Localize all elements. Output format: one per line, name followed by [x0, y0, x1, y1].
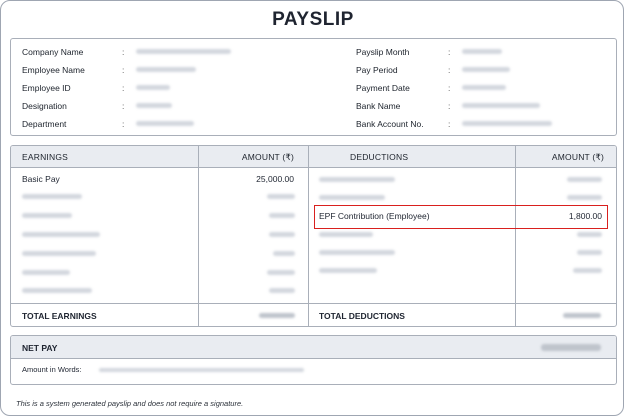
department-label: Department	[22, 119, 67, 129]
basic-pay-amount: 25,000.00	[256, 174, 294, 184]
pay-period-value-redacted	[462, 67, 510, 72]
colon: :	[448, 47, 451, 57]
total-earnings-label: TOTAL EARNINGS	[22, 311, 97, 321]
net-pay-label: NET PAY	[22, 343, 58, 353]
amount-in-words-value-redacted	[99, 368, 304, 372]
employee-name-label: Employee Name	[22, 65, 85, 75]
deduction-row-redacted	[319, 195, 385, 200]
earning-amount-redacted	[273, 251, 295, 256]
earning-row-redacted	[22, 232, 100, 237]
total-earnings-value-redacted	[259, 313, 295, 318]
colon: :	[122, 65, 125, 75]
deduction-amount-redacted	[577, 232, 602, 237]
deductions-amount-header: AMOUNT (₹)	[551, 152, 604, 162]
deduction-row-redacted	[319, 177, 395, 182]
employee-id-label: Employee ID	[22, 83, 71, 93]
footer-note: This is a system generated payslip and d…	[16, 399, 244, 408]
deductions-header: DEDUCTIONS	[350, 152, 409, 162]
epf-highlight-box	[314, 205, 608, 229]
pay-period-label: Pay Period	[356, 65, 398, 75]
net-pay-value-redacted	[541, 344, 601, 351]
earning-amount-redacted	[267, 194, 295, 199]
colon: :	[122, 83, 125, 93]
earning-row-redacted	[22, 251, 96, 256]
total-deductions-value-redacted	[563, 313, 601, 318]
total-deductions-label: TOTAL DEDUCTIONS	[319, 311, 405, 321]
designation-value-redacted	[136, 103, 172, 108]
payment-date-label: Payment Date	[356, 83, 410, 93]
deduction-amount-redacted	[567, 195, 602, 200]
bank-name-value-redacted	[462, 103, 540, 108]
employee-id-value-redacted	[136, 85, 170, 90]
bank-account-label: Bank Account No.	[356, 119, 424, 129]
employee-name-value-redacted	[136, 67, 196, 72]
net-pay-header: NET PAY	[11, 336, 616, 359]
colon: :	[448, 119, 451, 129]
table-header: EARNINGS AMOUNT (₹) DEDUCTIONS AMOUNT (₹…	[11, 146, 616, 168]
payment-date-value-redacted	[462, 85, 506, 90]
bank-name-label: Bank Name	[356, 101, 401, 111]
earning-row-redacted	[22, 270, 70, 275]
earning-row-redacted	[22, 194, 82, 199]
payslip-month-label: Payslip Month	[356, 47, 410, 57]
colon: :	[448, 65, 451, 75]
earnings-deductions-table: EARNINGS AMOUNT (₹) DEDUCTIONS AMOUNT (₹…	[10, 145, 617, 327]
amount-in-words-label: Amount in Words:	[22, 365, 82, 374]
designation-label: Designation	[22, 101, 67, 111]
totals-row: TOTAL EARNINGS TOTAL DEDUCTIONS	[11, 303, 616, 326]
company-name-value-redacted	[136, 49, 231, 54]
deduction-amount-redacted	[573, 268, 602, 273]
colon: :	[122, 101, 125, 111]
deduction-row-redacted	[319, 268, 377, 273]
earning-amount-redacted	[269, 288, 295, 293]
colon: :	[122, 119, 125, 129]
column-divider	[308, 146, 309, 326]
deduction-row-redacted	[319, 232, 373, 237]
deduction-amount-redacted	[577, 250, 602, 255]
earning-amount-redacted	[269, 232, 295, 237]
earning-row-redacted	[22, 288, 92, 293]
payslip-month-value-redacted	[462, 49, 502, 54]
colon: :	[448, 83, 451, 93]
earning-amount-redacted	[269, 213, 295, 218]
earning-amount-redacted	[267, 270, 295, 275]
basic-pay-label: Basic Pay	[22, 174, 60, 184]
payslip-title: PAYSLIP	[272, 9, 354, 30]
colon: :	[448, 101, 451, 111]
company-name-label: Company Name	[22, 47, 84, 57]
payslip-page: PAYSLIP Company Name : Employee Name : E…	[0, 0, 624, 416]
colon: :	[122, 47, 125, 57]
deduction-row-redacted	[319, 250, 395, 255]
earnings-amount-header: AMOUNT (₹)	[241, 152, 294, 162]
earnings-header: EARNINGS	[22, 152, 68, 162]
column-divider	[515, 146, 516, 326]
column-divider	[198, 146, 199, 326]
net-pay-section: NET PAY Amount in Words:	[10, 335, 617, 385]
employee-info-section: Company Name : Employee Name : Employee …	[10, 38, 617, 136]
earning-row-redacted	[22, 213, 72, 218]
bank-account-value-redacted	[462, 121, 552, 126]
deduction-amount-redacted	[567, 177, 602, 182]
department-value-redacted	[136, 121, 194, 126]
